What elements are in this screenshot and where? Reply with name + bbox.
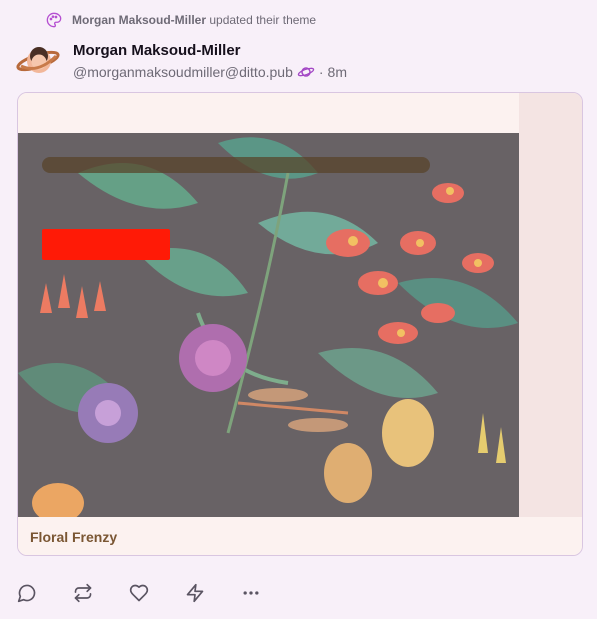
theme-card[interactable]: Floral Frenzy <box>17 92 583 556</box>
repost-button[interactable] <box>70 580 96 606</box>
theme-swatch-accent <box>42 229 170 260</box>
author-meta: @morganmaksoudmiller@ditto.pub · 8m <box>73 64 347 80</box>
lightning-icon <box>185 583 205 603</box>
like-button[interactable] <box>126 580 152 606</box>
meta-separator: · <box>318 64 324 80</box>
heart-icon <box>129 583 149 603</box>
activity-text: updated their theme <box>209 13 317 27</box>
zap-button[interactable] <box>182 580 208 606</box>
palette-icon <box>44 10 64 30</box>
more-icon <box>241 583 261 603</box>
activity-line: Morgan Maksoud-Miller updated their them… <box>44 10 316 30</box>
theme-name: Floral Frenzy <box>18 517 582 555</box>
comment-icon <box>17 583 37 603</box>
more-button[interactable] <box>238 580 264 606</box>
avatar[interactable] <box>16 44 62 78</box>
post-time[interactable]: 8m <box>328 64 347 80</box>
reply-button[interactable] <box>14 580 40 606</box>
theme-swatch-background <box>18 93 519 133</box>
repost-icon <box>73 583 93 603</box>
activity-actor[interactable]: Morgan Maksoud-Miller <box>72 13 206 27</box>
post-actions <box>14 580 294 606</box>
theme-text-preview-bar <box>42 157 430 173</box>
author-handle[interactable]: @morganmaksoudmiller@ditto.pub <box>73 64 293 80</box>
theme-swatch-secondary <box>517 93 582 517</box>
planet-icon <box>297 65 315 79</box>
theme-background-image <box>18 133 519 517</box>
author-display-name[interactable]: Morgan Maksoud-Miller <box>73 42 241 59</box>
